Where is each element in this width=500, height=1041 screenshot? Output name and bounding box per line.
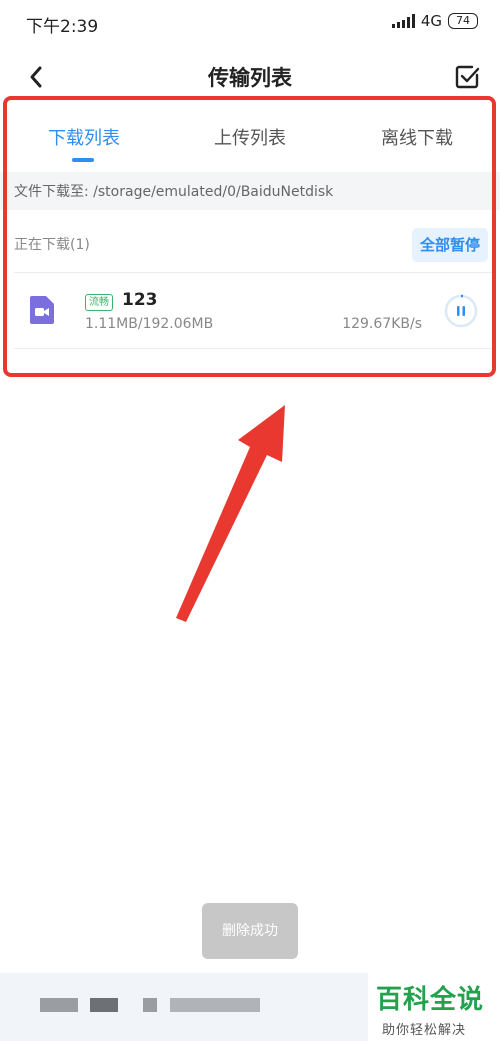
watermark-subtitle: 助你轻松解决 — [382, 1023, 467, 1038]
status-time: 下午2:39 — [26, 17, 99, 37]
watermark-logo: 百科全说 助你轻松解决 — [368, 973, 500, 1041]
annotation-arrow — [176, 405, 285, 622]
title-bar: 传输列表 — [0, 52, 500, 102]
page-title: 传输列表 — [208, 66, 292, 90]
blurred-text — [90, 998, 118, 1012]
signal-icon — [391, 14, 415, 28]
highlight-annotation-box — [3, 96, 496, 377]
status-indicators: 4G 74 — [391, 12, 478, 30]
checkbox-edit-icon — [455, 65, 480, 89]
battery-icon: 74 — [448, 13, 478, 29]
toast-message: 删除成功 — [202, 903, 298, 959]
blurred-text — [143, 998, 157, 1012]
watermark-title: 百科全说 — [376, 985, 485, 1015]
blurred-text — [170, 998, 260, 1012]
select-edit-button[interactable] — [452, 62, 482, 92]
network-type: 4G — [420, 12, 442, 30]
blurred-text — [40, 998, 78, 1012]
status-bar: 下午2:39 4G 74 — [0, 0, 500, 44]
